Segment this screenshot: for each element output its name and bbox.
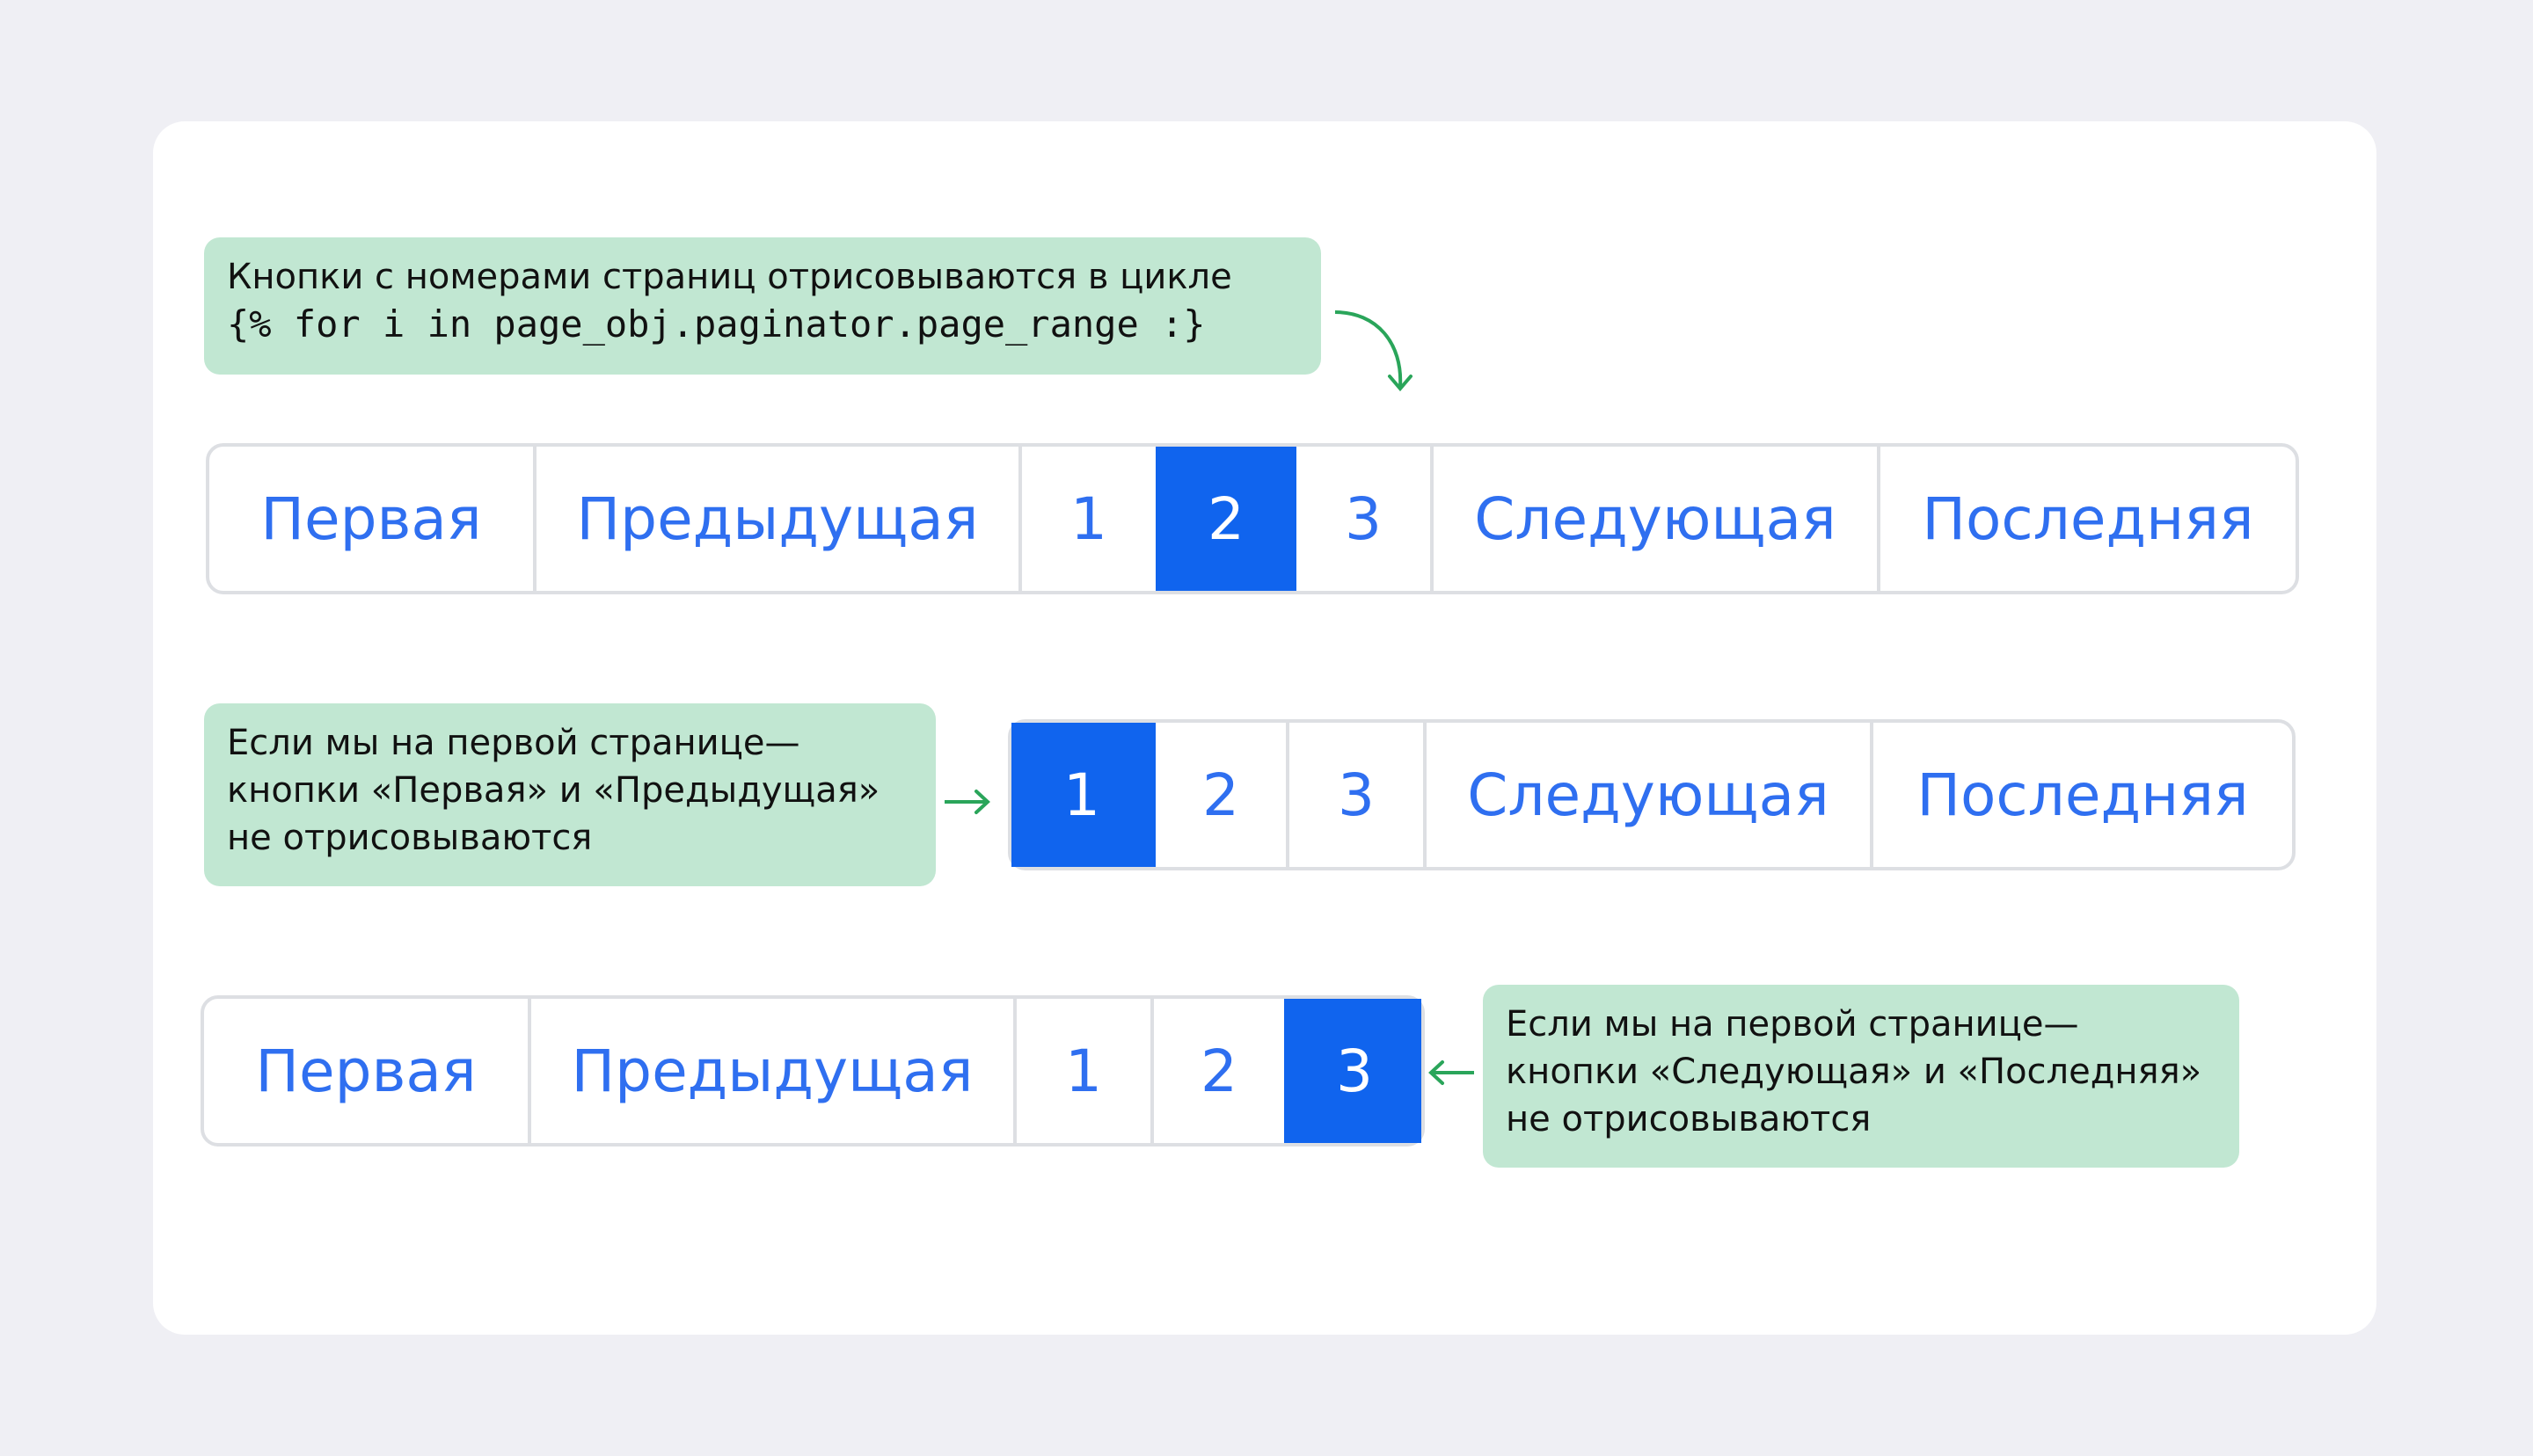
last-page-note-line-1: Если мы на первой странице— [1506, 1004, 2079, 1045]
pagination-last-page: Первая Предыдущая 1 2 3 [201, 995, 1425, 1147]
first-page-note-line-3: не отрисовываются [227, 818, 593, 858]
page-3-button[interactable]: 3 [1293, 447, 1430, 591]
next-page-button[interactable]: Следующая [1430, 447, 1877, 591]
last-page-note-line-3: не отрисовываются [1506, 1099, 1872, 1139]
previous-page-button[interactable]: Предыдущая [533, 447, 1018, 591]
first-page-note-line-2: кнопки «Первая» и «Предыдущая» [227, 770, 880, 811]
page-3-button-current[interactable]: 3 [1284, 999, 1421, 1143]
page-2-button[interactable]: 2 [1152, 723, 1286, 867]
page-2-button[interactable]: 2 [1150, 999, 1284, 1143]
page-3-button[interactable]: 3 [1286, 723, 1423, 867]
page-1-button[interactable]: 1 [1013, 999, 1150, 1143]
last-page-note: Если мы на первой странице— кнопки «След… [1483, 985, 2239, 1168]
last-page-note-line-2: кнопки «Следующая» и «Последняя» [1506, 1052, 2202, 1092]
page-2-button-current[interactable]: 2 [1156, 447, 1293, 591]
loop-note-code: {% for i in page_obj.paginator.page_rang… [227, 302, 1206, 346]
right-arrow-icon [945, 790, 990, 814]
first-page-button[interactable]: Первая [204, 999, 528, 1143]
pagination-middle: Первая Предыдущая 1 2 3 Следующая Послед… [206, 443, 2299, 594]
first-page-note-line-1: Если мы на первой странице— [227, 723, 800, 763]
loop-note: Кнопки с номерами страниц отрисовываются… [204, 237, 1321, 375]
next-page-button[interactable]: Следующая [1423, 723, 1870, 867]
page-1-button[interactable]: 1 [1018, 447, 1156, 591]
loop-note-text: Кнопки с номерами страниц отрисовываются… [227, 257, 1232, 297]
left-arrow-icon [1428, 1060, 1474, 1085]
curved-arrow-icon [1334, 310, 1412, 392]
first-page-note: Если мы на первой странице— кнопки «Перв… [204, 703, 936, 886]
previous-page-button[interactable]: Предыдущая [528, 999, 1013, 1143]
page-1-button-current[interactable]: 1 [1011, 723, 1152, 867]
last-page-button[interactable]: Последняя [1870, 723, 2292, 867]
last-page-button[interactable]: Последняя [1877, 447, 2296, 591]
pagination-first-page: 1 2 3 Следующая Последняя [1008, 719, 2296, 870]
first-page-button[interactable]: Первая [209, 447, 533, 591]
